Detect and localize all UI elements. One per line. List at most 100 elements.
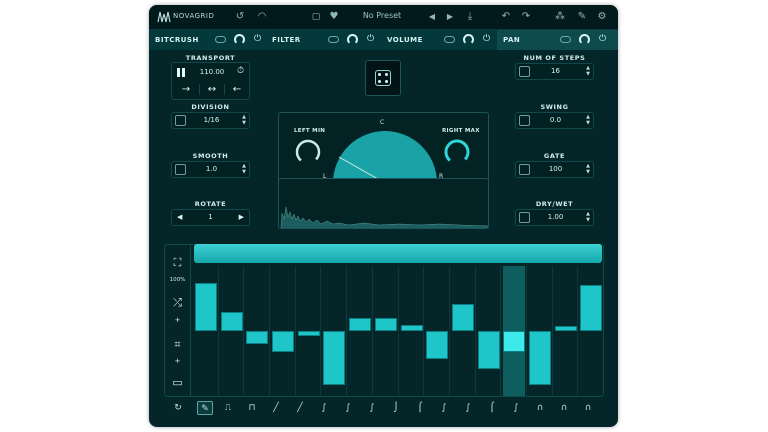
step-bar[interactable]: [401, 325, 423, 331]
division-field[interactable]: 1/16 ▲ ▼: [171, 112, 250, 129]
shape-toolbar: ↻ ✎ ⎍ ⊓ ╱ ╱ ∫ ∫ ∫ ⌡ ⌠ ∫ ∫ ⌠ ∫ ∩ ∩ ∩: [164, 398, 604, 420]
step-bar[interactable]: [452, 304, 474, 331]
plugin-window: NOVAGRID ↺ ◠ ▢ ♥ No Preset ◀ ▶ ⤓ ↶ ↷ ⁂ ✎…: [149, 5, 618, 427]
ramp-up-icon[interactable]: ╱: [292, 401, 308, 415]
swing-value: 0.0: [549, 116, 562, 124]
routing-icon[interactable]: ⁂: [553, 10, 567, 24]
step-bar[interactable]: [478, 331, 500, 369]
direction-reverse-icon[interactable]: ←: [224, 84, 249, 95]
grid-line: [295, 266, 296, 396]
fx-tab-filter[interactable]: FILTER ⏻: [266, 30, 381, 50]
arch-icon[interactable]: ∩: [556, 401, 572, 415]
stepper-arrows-icon[interactable]: ▲ ▼: [586, 114, 590, 126]
step-bar[interactable]: [349, 318, 371, 331]
fx-bar: BITCRUSH ⏻ FILTER ⏻ VOLUME ⏻ PAN ⏻: [149, 30, 618, 50]
undo-history-icon[interactable]: ↺: [233, 10, 247, 24]
redo-icon[interactable]: ↷: [519, 10, 533, 24]
rotate-right-icon[interactable]: ▶: [239, 213, 244, 221]
step-bar[interactable]: [375, 318, 397, 331]
prev-preset-icon[interactable]: ◀: [425, 10, 439, 24]
fx-tab-bitcrush[interactable]: BITCRUSH ⏻: [149, 30, 266, 50]
shuffle-icon[interactable]: ⤮: [164, 296, 191, 310]
fx-tab-pan[interactable]: PAN ⏻: [497, 30, 618, 50]
smooth-field[interactable]: 1.0 ▲ ▼: [171, 161, 250, 178]
log-curve-icon[interactable]: ⌠: [412, 401, 428, 415]
step-shape-icon[interactable]: ⎍: [220, 401, 236, 415]
pause-icon[interactable]: [177, 68, 185, 77]
power-icon[interactable]: ⏻: [254, 34, 261, 45]
undo-icon[interactable]: ↶: [499, 10, 513, 24]
curve-up-icon[interactable]: ∫: [316, 401, 332, 415]
stepper-arrows-icon[interactable]: ▲ ▼: [586, 211, 590, 223]
bpm-value[interactable]: 110.00: [196, 68, 228, 76]
log-curve-icon[interactable]: ⌠: [484, 401, 500, 415]
step-bar[interactable]: [555, 326, 577, 331]
fx-knob[interactable]: [463, 34, 474, 45]
curve-up-icon[interactable]: ∫: [364, 401, 380, 415]
keyboard-icon[interactable]: ▭: [164, 376, 191, 389]
fx-knob[interactable]: [347, 34, 358, 45]
s-curve-icon[interactable]: ∫: [436, 401, 452, 415]
stepper-arrows-icon[interactable]: ▲ ▼: [586, 65, 590, 77]
save-preset-icon[interactable]: ⤓: [463, 10, 477, 24]
s-curve-icon[interactable]: ∫: [508, 401, 524, 415]
preset-name[interactable]: No Preset: [337, 11, 427, 20]
step-bar[interactable]: [298, 331, 320, 336]
link-icon[interactable]: [560, 36, 571, 43]
crop-add-icon[interactable]: +: [164, 357, 191, 365]
link-icon[interactable]: [215, 36, 226, 43]
randomize-dice-button[interactable]: [365, 60, 401, 96]
direction-pingpong-icon[interactable]: ↔: [199, 84, 224, 95]
num-steps-field[interactable]: 16 ▲ ▼: [515, 63, 594, 80]
power-icon[interactable]: ⏻: [367, 34, 374, 45]
stepper-arrows-icon[interactable]: ▲ ▼: [242, 163, 246, 175]
preset-menu-icon[interactable]: ▢: [309, 10, 323, 24]
settings-gear-icon[interactable]: ⚙: [595, 10, 609, 24]
rotate-label: ROTATE: [194, 200, 227, 208]
stepper-arrows-icon[interactable]: ▲ ▼: [242, 114, 246, 126]
crop-icon[interactable]: ⌗: [164, 338, 191, 352]
metronome-icon[interactable]: ⏱: [237, 66, 244, 76]
step-bar[interactable]: [503, 331, 525, 352]
curve-up-icon[interactable]: ∫: [340, 401, 356, 415]
pencil-icon[interactable]: ✎: [197, 401, 213, 415]
direction-forward-icon[interactable]: →: [174, 84, 198, 95]
swing-field[interactable]: 0.0 ▲ ▼: [515, 112, 594, 129]
visibility-icon[interactable]: ◠: [255, 10, 269, 24]
transport-label: TRANSPORT: [185, 54, 236, 62]
step-bar[interactable]: [221, 312, 243, 331]
fx-tab-volume[interactable]: VOLUME ⏻: [381, 30, 497, 50]
stepper-arrows-icon[interactable]: ▲ ▼: [586, 163, 590, 175]
shuffle-add-icon[interactable]: +: [164, 316, 191, 324]
step-bar[interactable]: [272, 331, 294, 352]
power-icon[interactable]: ⏻: [599, 34, 606, 45]
step-bar[interactable]: [246, 331, 268, 344]
gate-field[interactable]: 100 ▲ ▼: [515, 161, 594, 178]
grid-line: [449, 266, 450, 396]
reset-icon[interactable]: ↻: [170, 401, 186, 415]
edit-icon[interactable]: ✎: [575, 10, 589, 24]
fx-knob[interactable]: [579, 34, 590, 45]
arch-icon[interactable]: ∩: [532, 401, 548, 415]
step-grid[interactable]: [192, 266, 603, 396]
rotate-left-icon[interactable]: ◀: [177, 213, 182, 221]
link-icon[interactable]: [328, 36, 339, 43]
exp-curve-icon[interactable]: ⌡: [388, 401, 404, 415]
drywet-field[interactable]: 1.00 ▲ ▼: [515, 209, 594, 226]
fx-knob[interactable]: [234, 34, 245, 45]
step-bar[interactable]: [529, 331, 551, 385]
rotate-field[interactable]: ◀ 1 ▶: [171, 209, 250, 226]
ramp-up-icon[interactable]: ╱: [268, 401, 284, 415]
next-preset-icon[interactable]: ▶: [443, 10, 457, 24]
step-bar[interactable]: [580, 285, 602, 331]
zoom-icon[interactable]: ⛶: [164, 256, 191, 270]
step-bar[interactable]: [195, 283, 217, 331]
s-curve-icon[interactable]: ∫: [460, 401, 476, 415]
power-icon[interactable]: ⏻: [483, 34, 490, 45]
step-bar[interactable]: [426, 331, 448, 359]
sequencer-scrollbar[interactable]: [194, 244, 602, 263]
step-bar[interactable]: [323, 331, 345, 385]
square-wave-icon[interactable]: ⊓: [244, 401, 260, 415]
link-icon[interactable]: [444, 36, 455, 43]
arch-icon[interactable]: ∩: [580, 401, 596, 415]
